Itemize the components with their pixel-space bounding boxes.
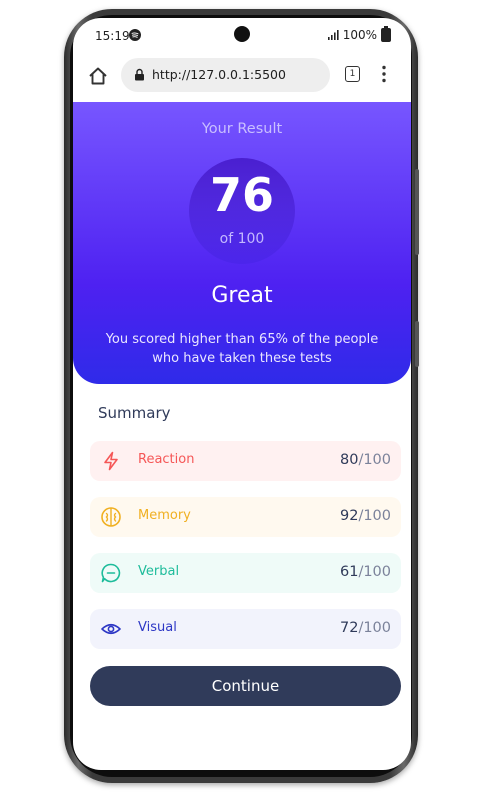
home-icon[interactable] (87, 65, 109, 87)
result-card: Your Result 76 of 100 Great You scored h… (73, 102, 411, 384)
status-time: 15:19 (95, 29, 130, 43)
overflow-menu-icon[interactable] (382, 65, 386, 83)
phone-screen: 15:19 100% http://127.0.0.1:5500 1 Your … (73, 18, 411, 770)
chat-icon (101, 563, 121, 583)
summary-item-score: 72/100 (339, 620, 391, 636)
summary-item-score: 80/100 (339, 452, 391, 468)
continue-button[interactable]: Continue (90, 666, 401, 706)
result-verdict: Great (211, 283, 273, 308)
score-value: 76 (209, 168, 274, 222)
summary-item-verbal: Verbal 61/100 (90, 553, 401, 593)
summary-item-reaction: Reaction 80/100 (90, 441, 401, 481)
result-description: You scored higher than 65% of the people… (105, 332, 379, 366)
score-circle: 76 of 100 (189, 158, 295, 264)
lightning-icon (104, 451, 118, 471)
summary-item-memory: Memory 92/100 (90, 497, 401, 537)
brain-icon (101, 507, 121, 527)
address-bar[interactable]: http://127.0.0.1:5500 (121, 58, 330, 92)
lock-icon (135, 68, 144, 81)
score-of-text: of 100 (219, 231, 265, 247)
summary-item-label: Visual (138, 620, 177, 635)
battery-percent: 100% (342, 28, 377, 42)
signal-icon (327, 30, 339, 40)
summary-item-label: Memory (138, 508, 191, 523)
battery-icon (381, 26, 391, 42)
tabs-icon[interactable]: 1 (345, 66, 360, 82)
volume-button (415, 321, 419, 367)
url-text: http://127.0.0.1:5500 (152, 67, 286, 82)
eye-icon (101, 623, 121, 635)
front-camera (234, 26, 250, 42)
result-title: Your Result (201, 121, 283, 137)
summary-item-score: 92/100 (339, 508, 391, 524)
summary-item-label: Reaction (138, 452, 195, 467)
summary-item-label: Verbal (138, 564, 180, 579)
browser-toolbar: http://127.0.0.1:5500 1 (73, 56, 411, 100)
status-right: 100% (327, 26, 391, 42)
power-button (415, 169, 419, 255)
summary-title: Summary (98, 404, 171, 422)
status-bar: 15:19 100% (73, 18, 411, 54)
summary-item-visual: Visual 72/100 (90, 609, 401, 649)
spotify-icon (129, 29, 141, 41)
summary-item-score: 61/100 (339, 564, 391, 580)
